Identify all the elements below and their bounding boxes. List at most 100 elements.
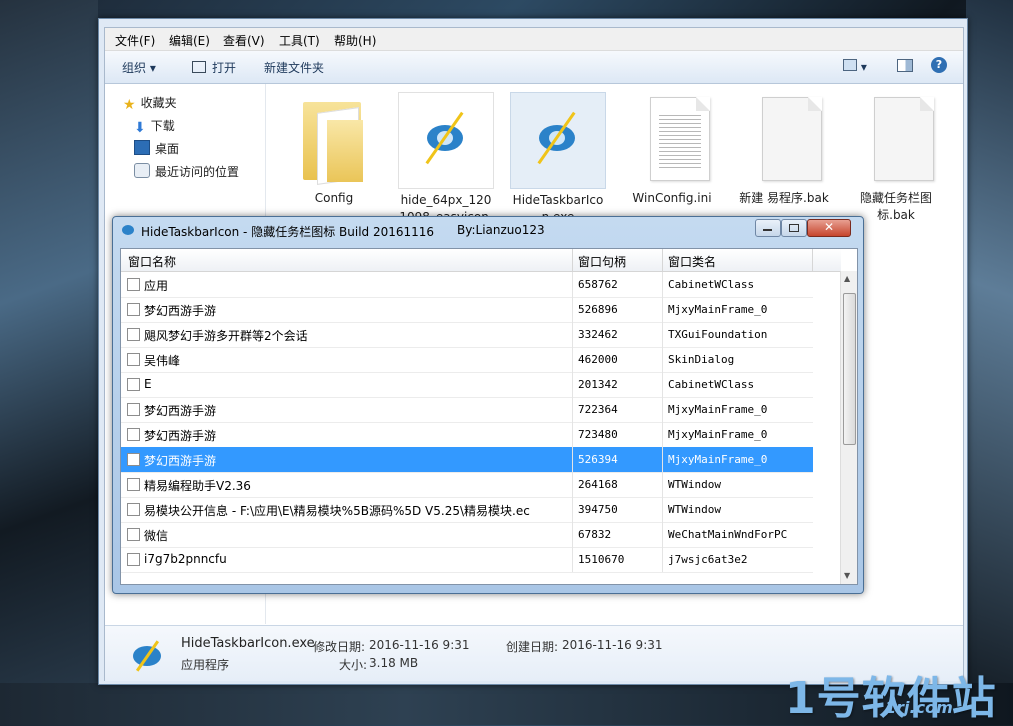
scroll-up-icon[interactable]: ▲ — [844, 274, 850, 283]
open-button[interactable]: 打开 — [192, 59, 236, 76]
desktop-icon — [134, 140, 150, 155]
menu-view[interactable]: 查看(V) — [223, 32, 265, 49]
table-row[interactable]: 易模块公开信息 - F:\应用\E\精易模块%5B源码%5D V5.25\精易模… — [121, 497, 813, 523]
preview-pane-icon[interactable] — [897, 59, 913, 75]
dialog-author: By:Lianzuo123 — [457, 223, 545, 237]
row-checkbox[interactable] — [127, 478, 140, 491]
file-item-hidetaskbaricon-exe[interactable]: HideTaskbarIcon.exe — [509, 92, 607, 226]
file-name: 新建 易程序.bak — [739, 191, 829, 205]
column-window-name[interactable]: 窗口名称 — [128, 253, 176, 270]
file-item-hide-bak[interactable]: 隐藏任务栏图标.bak — [847, 92, 945, 224]
row-checkbox[interactable] — [127, 528, 140, 541]
scroll-down-icon[interactable]: ▼ — [844, 571, 850, 580]
table-row[interactable]: 梦幻西游手游 526394 MjxyMainFrame_0 — [121, 447, 813, 473]
chevron-down-icon: ▾ — [149, 61, 156, 75]
organize-label: 组织 — [122, 61, 147, 75]
row-checkbox[interactable] — [127, 428, 140, 441]
table-row[interactable]: 梦幻西游手游 722364 MjxyMainFrame_0 — [121, 397, 813, 423]
nav-favorites-label: 收藏夹 — [140, 96, 177, 110]
menu-tools[interactable]: 工具(T) — [279, 32, 320, 49]
column-window-handle[interactable]: 窗口句柄 — [578, 253, 626, 270]
file-item-config[interactable]: Config — [285, 92, 383, 207]
cell-window-class: WTWindow — [668, 503, 721, 516]
row-checkbox[interactable] — [127, 378, 140, 391]
command-bar: 组织 ▾ 打开 新建文件夹 ▾ ? — [105, 51, 963, 84]
cell-window-class: TXGuiFoundation — [668, 328, 768, 341]
details-modified-label: 修改日期: — [313, 640, 366, 654]
cell-window-handle: 526896 — [578, 303, 618, 316]
table-row[interactable]: 吴伟峰 462000 SkinDialog — [121, 347, 813, 373]
change-view-icon[interactable]: ▾ — [843, 59, 867, 74]
menu-help[interactable]: 帮助(H) — [334, 32, 376, 49]
nav-desktop[interactable]: 桌面 — [134, 140, 179, 157]
cell-window-name: E — [144, 377, 152, 391]
window-list: 窗口名称 窗口句柄 窗口类名 应用 658762 CabinetWClass 梦幻西游… — [120, 248, 858, 585]
table-row[interactable]: 微信 67832 WeChatMainWndForPC — [121, 522, 813, 548]
row-checkbox[interactable] — [127, 453, 140, 466]
app-eye-icon — [122, 225, 134, 235]
row-checkbox[interactable] — [127, 328, 140, 341]
nav-downloads[interactable]: ⬇ 下载 — [134, 117, 175, 136]
row-checkbox[interactable] — [127, 553, 140, 566]
table-row[interactable]: 梦幻西游手游 723480 MjxyMainFrame_0 — [121, 422, 813, 448]
organize-button[interactable]: 组织 ▾ — [122, 59, 156, 76]
cell-window-class: MjxyMainFrame_0 — [668, 303, 768, 316]
row-checkbox[interactable] — [127, 303, 140, 316]
cell-window-handle: 1510670 — [578, 553, 625, 566]
desktop-background-right — [966, 0, 1013, 725]
text-file-icon — [625, 92, 719, 187]
cell-window-class: MjxyMainFrame_0 — [668, 428, 768, 441]
table-row[interactable]: 精易编程助手V2.36 264168 WTWindow — [121, 472, 813, 498]
open-label: 打开 — [212, 61, 237, 75]
vertical-scrollbar[interactable]: ▲ ▼ — [840, 271, 857, 584]
nav-desktop-label: 桌面 — [155, 142, 180, 156]
row-checkbox[interactable] — [127, 503, 140, 516]
hide-eye-icon — [127, 634, 167, 674]
close-button[interactable]: ✕ — [807, 219, 851, 237]
cell-window-handle: 67832 — [578, 528, 612, 541]
cell-window-handle: 722364 — [578, 403, 618, 416]
close-icon: ✕ — [824, 220, 835, 234]
hide-eye-icon — [398, 92, 494, 189]
table-row[interactable]: 梦幻西游手游 526896 MjxyMainFrame_0 — [121, 297, 813, 323]
cell-window-handle: 201342 — [578, 378, 618, 391]
cell-window-handle: 394750 — [578, 503, 618, 516]
cell-window-handle: 264168 — [578, 478, 618, 491]
minimize-button[interactable] — [755, 219, 781, 237]
details-created-label: 创建日期: — [506, 640, 559, 654]
column-window-class[interactable]: 窗口类名 — [668, 253, 716, 270]
table-row[interactable]: 飓风梦幻手游多开群等2个会话 332462 TXGuiFoundation — [121, 322, 813, 348]
row-checkbox[interactable] — [127, 353, 140, 366]
cell-window-class: j7wsjc6at3e2 — [668, 553, 748, 566]
menu-bar: 文件(F) 编辑(E) 查看(V) 工具(T) 帮助(H) — [105, 28, 963, 51]
desktop-background — [0, 0, 98, 725]
row-checkbox[interactable] — [127, 278, 140, 291]
details-modified: 2016-11-16 9:31 — [369, 638, 470, 652]
cell-window-name: 梦幻西游手游 — [144, 429, 217, 443]
file-item-new-bak[interactable]: 新建 易程序.bak — [735, 92, 833, 207]
cell-window-class: SkinDialog — [668, 353, 735, 366]
table-row[interactable]: i7g7b2pnncfu 1510670 j7wsjc6at3e2 — [121, 547, 813, 573]
row-checkbox[interactable] — [127, 403, 140, 416]
nav-favorites[interactable]: ★ 收藏夹 — [123, 94, 177, 113]
blank-file-icon — [849, 92, 943, 187]
new-folder-button[interactable]: 新建文件夹 — [264, 59, 324, 76]
file-name: WinConfig.ini — [632, 191, 712, 205]
maximize-button[interactable] — [781, 219, 807, 237]
menu-edit[interactable]: 编辑(E) — [169, 32, 210, 49]
cell-window-class: WTWindow — [668, 478, 721, 491]
hide-eye-icon — [510, 92, 606, 189]
file-item-winconfig-ini[interactable]: WinConfig.ini — [623, 92, 721, 207]
open-app-icon — [192, 61, 206, 73]
cell-window-name: 梦幻西游手游 — [144, 454, 217, 468]
cell-window-handle: 332462 — [578, 328, 618, 341]
cell-window-class: WeChatMainWndForPC — [668, 528, 788, 541]
nav-recent-places[interactable]: 最近访问的位置 — [134, 163, 239, 180]
blank-file-icon — [737, 92, 831, 187]
menu-file[interactable]: 文件(F) — [115, 32, 155, 49]
details-size-label: 大小: — [339, 658, 368, 672]
table-row[interactable]: 应用 658762 CabinetWClass — [121, 272, 813, 298]
table-row[interactable]: E 201342 CabinetWClass — [121, 372, 813, 398]
scroll-thumb[interactable] — [843, 293, 856, 445]
help-icon[interactable]: ? — [931, 57, 947, 73]
